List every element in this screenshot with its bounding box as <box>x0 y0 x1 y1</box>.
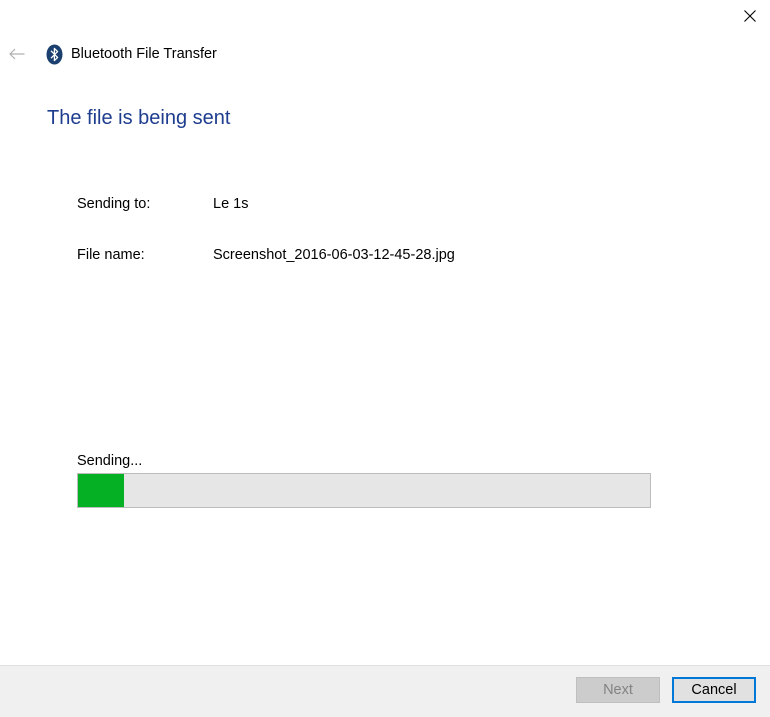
cancel-button[interactable]: Cancel <box>672 677 756 703</box>
close-icon <box>743 10 756 22</box>
progress-bar <box>77 473 651 508</box>
file-name-label: File name: <box>77 247 145 263</box>
next-button[interactable]: Next <box>576 677 660 703</box>
file-name-value: Screenshot_2016-06-03-12-45-28.jpg <box>213 247 455 263</box>
sending-to-label: Sending to: <box>77 196 151 212</box>
bluetooth-icon <box>46 44 63 65</box>
back-arrow-icon <box>9 48 25 60</box>
progress-fill <box>78 474 124 507</box>
window-title: Bluetooth File Transfer <box>71 46 217 62</box>
page-heading: The file is being sent <box>47 107 231 129</box>
back-button[interactable] <box>4 42 30 66</box>
close-button[interactable] <box>729 0 770 32</box>
progress-status: Sending... <box>77 453 143 469</box>
sending-to-value: Le 1s <box>213 196 249 212</box>
